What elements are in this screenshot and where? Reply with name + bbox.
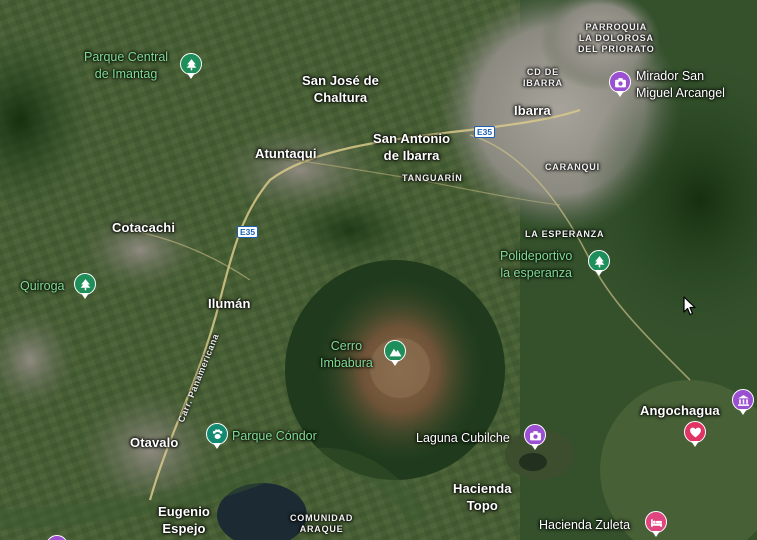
place-san-antonio-de-ibarra[interactable]: San Antonio de Ibarra <box>373 130 450 164</box>
label-la-esperanza: LA ESPERANZA <box>525 229 605 239</box>
label-cd-de-ibarra: CD DE IBARRA <box>523 67 563 88</box>
poi-label-hacienda-zuleta[interactable]: Hacienda Zuleta <box>539 517 630 534</box>
museum-icon <box>737 394 749 406</box>
label-parroquia-la-dolorosa: PARROQUIA LA DOLOROSA DEL PRIORATO <box>578 22 655 54</box>
place-iluman[interactable]: Ilumán <box>208 295 251 312</box>
tree-icon <box>80 278 90 290</box>
poi-label-parque-central-imantag[interactable]: Parque Central de Imantag <box>84 49 168 83</box>
route-shield-e35: E35 <box>474 126 496 138</box>
place-cotacachi[interactable]: Cotacachi <box>112 219 175 236</box>
route-shield-e35: E35 <box>237 226 259 238</box>
place-san-jose-de-chaltura[interactable]: San José de Chaltura <box>302 72 379 106</box>
poi-pin-polideportivo[interactable] <box>588 250 610 276</box>
place-angochagua[interactable]: Angochagua <box>640 402 720 419</box>
place-eugenio-espejo[interactable]: Eugenio Espejo <box>158 503 210 537</box>
mountain-icon <box>389 348 401 356</box>
label-comunidad-araque: COMUNIDAD ARAQUE <box>290 513 354 534</box>
poi-pin-mirador-san-miguel[interactable] <box>609 71 631 97</box>
place-otavalo[interactable]: Otavalo <box>130 434 178 451</box>
poi-pin-hacienda-zuleta[interactable] <box>645 511 667 537</box>
place-hacienda-topo[interactable]: Hacienda Topo <box>453 480 512 514</box>
poi-pin-parque-central-imantag[interactable] <box>180 53 202 79</box>
satellite-map[interactable]: San José de Chaltura Ibarra Atuntaqui Sa… <box>0 0 757 540</box>
poi-label-parque-condor[interactable]: Parque Cóndor <box>232 428 317 445</box>
poi-label-cerro-imbabura[interactable]: Cerro Imbabura <box>320 338 373 372</box>
bed-icon <box>650 518 662 527</box>
poi-pin-laguna-cubilche[interactable] <box>524 424 546 450</box>
heart-icon <box>689 427 701 437</box>
place-ibarra[interactable]: Ibarra <box>514 102 551 119</box>
poi-label-mirador-san-miguel[interactable]: Mirador San Miguel Arcangel <box>636 68 725 102</box>
label-caranqui: CARANQUI <box>545 162 600 172</box>
poi-label-polideportivo[interactable]: Polideportivo la esperanza <box>500 248 572 282</box>
poi-pin-museum-angochagua[interactable] <box>732 389 754 415</box>
camera-icon <box>529 430 541 440</box>
poi-pin-cerro-imbabura[interactable] <box>384 340 406 366</box>
tree-icon <box>186 58 196 70</box>
label-tanguarin: TANGUARÍN <box>402 173 463 183</box>
poi-pin-quiroga[interactable] <box>74 273 96 299</box>
place-atuntaqui[interactable]: Atuntaqui <box>255 145 317 162</box>
tree-icon <box>594 255 604 267</box>
poi-label-laguna-cubilche[interactable]: Laguna Cubilche <box>416 430 510 447</box>
paw-icon <box>212 428 222 439</box>
camera-icon <box>614 77 626 87</box>
poi-pin-parque-condor[interactable] <box>206 423 228 449</box>
poi-label-quiroga[interactable]: Quiroga <box>20 278 64 295</box>
poi-pin-angochagua[interactable] <box>684 421 706 447</box>
mouse-cursor-icon <box>683 296 696 316</box>
